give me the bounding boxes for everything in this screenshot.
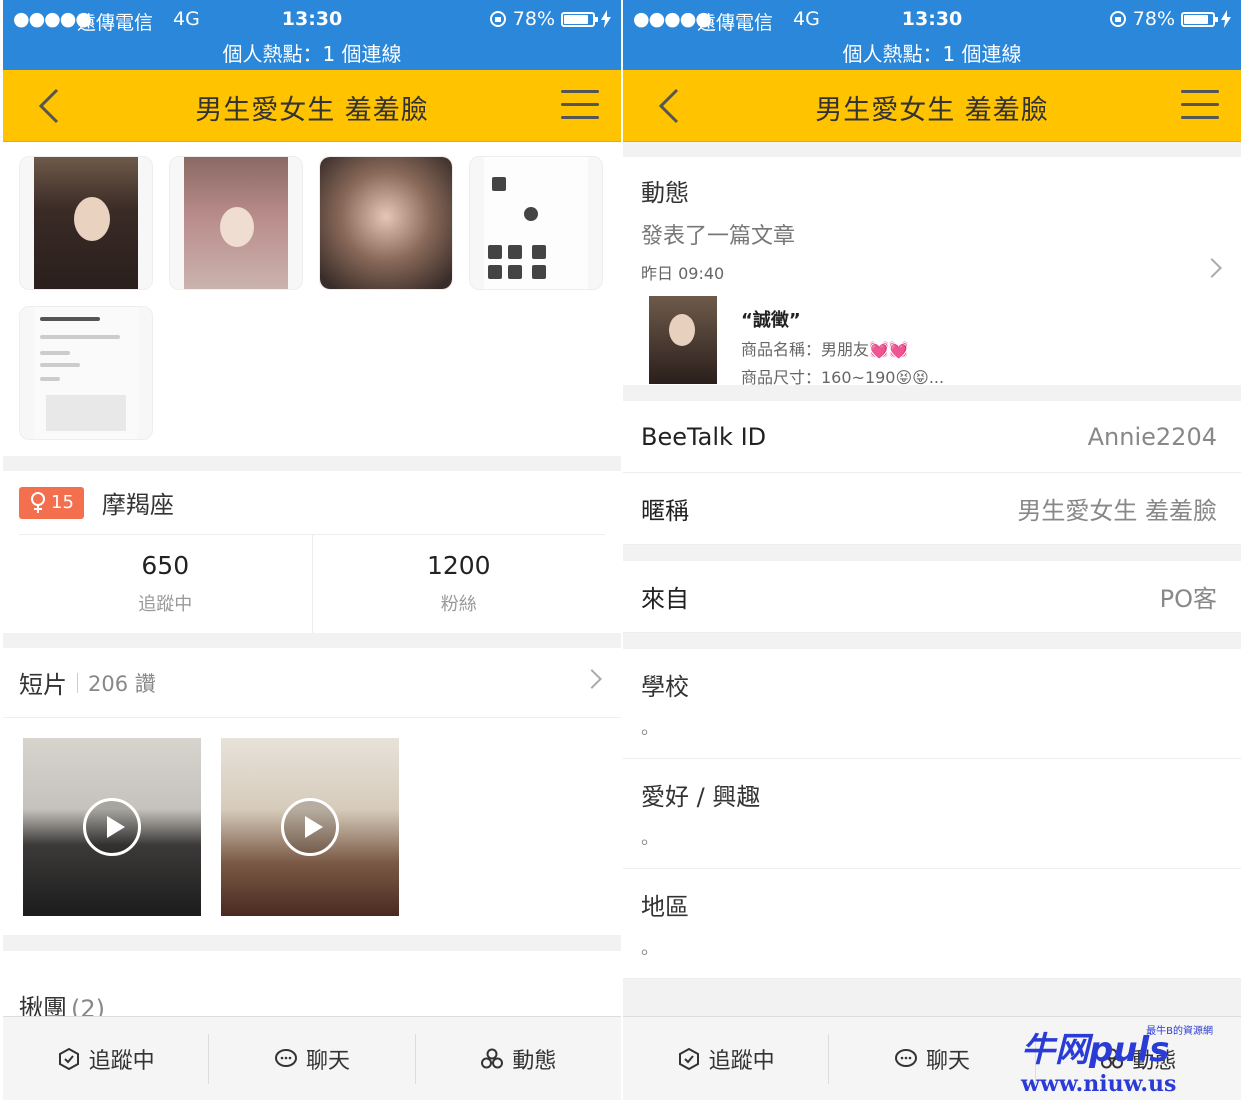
hobby-value: 。 — [641, 828, 659, 849]
battery-percent: 78% — [1132, 8, 1175, 30]
hotspot-banner[interactable]: 個人熱點：1 個連線 — [3, 38, 621, 67]
play-icon[interactable] — [281, 798, 339, 856]
school-value: 。 — [641, 718, 659, 739]
photo-gallery — [3, 142, 621, 456]
feed-subtitle: 發表了一篇文章 — [641, 224, 796, 249]
nav-bar: 男生愛女生 羞羞臉 — [3, 70, 621, 142]
nickname-label: 暱稱 — [641, 497, 689, 525]
chat-label: 聊天 — [305, 1048, 350, 1074]
clips-likes: 206 讚 — [88, 671, 156, 696]
moments-icon — [481, 1048, 504, 1068]
details-list-1: BeeTalk ID Annie2204 暱稱 男生愛女生 羞羞臉 — [623, 401, 1241, 545]
follow-label: 追蹤中 — [88, 1048, 155, 1074]
from-label: 來自 — [641, 585, 689, 613]
chat-bubble-icon — [274, 1048, 297, 1067]
from-value: PO客 — [1159, 585, 1217, 613]
details-list-3: 學校 。 愛好 / 興趣 。 地區 。 — [623, 649, 1241, 979]
beetalk-id-label: BeeTalk ID — [641, 422, 767, 451]
follow-check-icon — [678, 1047, 699, 1070]
age-value: 15 — [51, 492, 74, 513]
rotation-lock-icon — [489, 11, 506, 27]
clips-section: 短片 206 讚 — [3, 648, 621, 935]
profile-screen-right: ●●●●● 遠傳電信 4G 13:30 78% 個人熱點：1 個連線 男生愛女生… — [623, 0, 1241, 1100]
feed-card[interactable]: 動態 發表了一篇文章 昨日 09:40 “誠徵” 商品名稱：男朋友💓💓 商品尺寸… — [623, 157, 1241, 388]
nickname-value: 男生愛女生 羞羞臉 — [1017, 497, 1217, 525]
profile-info: 15 摩羯座 650 追蹤中 1200 粉絲 — [3, 471, 621, 633]
feed-post[interactable]: “誠徵” 商品名稱：男朋友💓💓 商品尺寸：160~190😝😝... — [641, 296, 1223, 388]
following-stat[interactable]: 650 追蹤中 — [19, 535, 312, 633]
status-bar: ●●●●● 遠傳電信 4G 13:30 78% 個人熱點：1 個連線 — [3, 0, 621, 70]
post-title: “誠徵” — [741, 310, 801, 331]
beetalk-id-value: Annie2204 — [1087, 422, 1217, 451]
following-label: 追蹤中 — [138, 594, 193, 615]
bottom-action-bar: 追蹤中 聊天 動態 — [3, 1016, 621, 1100]
beetalk-id-row: BeeTalk ID Annie2204 — [623, 401, 1241, 473]
school-block: 學校 。 — [623, 649, 1241, 759]
school-label: 學校 — [641, 673, 689, 701]
video-thumbnail[interactable] — [221, 738, 399, 916]
female-icon — [31, 491, 45, 513]
fans-count: 1200 — [426, 551, 491, 580]
region-block: 地區 。 — [623, 869, 1241, 979]
region-value: 。 — [641, 938, 659, 959]
profile-photo[interactable] — [169, 156, 303, 290]
age-gender-badge: 15 — [19, 486, 84, 519]
post-line: 商品尺寸：160~190😝😝... — [741, 368, 945, 387]
profile-photo[interactable] — [319, 156, 453, 290]
following-count: 650 — [141, 551, 190, 580]
page-title: 男生愛女生 羞羞臉 — [195, 95, 429, 126]
region-label: 地區 — [641, 893, 689, 921]
chat-button[interactable]: 聊天 — [208, 1033, 414, 1084]
back-icon[interactable] — [651, 86, 691, 126]
chevron-right-icon — [582, 669, 602, 689]
battery-percent: 78% — [512, 8, 555, 30]
profile-photo[interactable] — [469, 156, 603, 290]
details-list-2: 來自 PO客 — [623, 561, 1241, 633]
chat-bubble-icon — [894, 1048, 917, 1067]
hotspot-banner[interactable]: 個人熱點：1 個連線 — [623, 38, 1241, 67]
follow-label: 追蹤中 — [708, 1048, 775, 1074]
battery-icon — [1181, 11, 1218, 27]
nav-bar: 男生愛女生 羞羞臉 — [623, 70, 1241, 142]
profile-photo[interactable] — [19, 156, 153, 290]
from-row: 來自 PO客 — [623, 561, 1241, 633]
charging-icon — [1221, 10, 1231, 28]
clips-title: 短片 — [19, 671, 67, 699]
watermark-url: www.niuw.us — [1021, 1071, 1177, 1097]
status-bar: ●●●●● 遠傳電信 4G 13:30 78% 個人熱點：1 個連線 — [623, 0, 1241, 70]
chat-label: 聊天 — [925, 1048, 970, 1074]
profile-photo[interactable] — [19, 306, 153, 440]
feed-title: 動態 — [641, 179, 689, 207]
page-title: 男生愛女生 羞羞臉 — [815, 95, 1049, 126]
fans-stat[interactable]: 1200 粉絲 — [311, 535, 606, 633]
menu-icon[interactable] — [561, 90, 599, 122]
video-thumbnail[interactable] — [23, 738, 201, 916]
charging-icon — [601, 10, 611, 28]
nickname-row: 暱稱 男生愛女生 羞羞臉 — [623, 473, 1241, 545]
clips-header[interactable]: 短片 206 讚 — [3, 648, 621, 718]
follow-button[interactable]: 追蹤中 — [3, 1034, 208, 1084]
hobby-block: 愛好 / 興趣 。 — [623, 759, 1241, 869]
post-line: 商品名稱：男朋友💓💓 — [741, 340, 909, 359]
battery-icon — [561, 11, 598, 27]
play-icon[interactable] — [83, 798, 141, 856]
moments-button[interactable]: 動態 — [414, 1033, 621, 1084]
zodiac-sign: 摩羯座 — [101, 491, 174, 519]
follow-check-icon — [58, 1047, 79, 1070]
menu-icon[interactable] — [1181, 90, 1219, 122]
back-icon[interactable] — [31, 86, 71, 126]
site-watermark: 最牛B的資源網 牛网puls www.niuw.us — [1021, 1022, 1221, 1097]
hobby-label: 愛好 / 興趣 — [641, 783, 761, 811]
moments-label: 動態 — [512, 1048, 557, 1074]
rotation-lock-icon — [1109, 11, 1126, 27]
watermark-tagline: 最牛B的資源網 — [1146, 1026, 1213, 1037]
post-thumbnail — [649, 296, 717, 384]
feed-time: 昨日 09:40 — [641, 264, 725, 283]
profile-screen-left: ●●●●● 遠傳電信 4G 13:30 78% 個人熱點：1 個連線 男生愛女生… — [3, 0, 621, 1100]
follow-button[interactable]: 追蹤中 — [623, 1034, 828, 1084]
fans-label: 粉絲 — [440, 594, 477, 615]
chat-button[interactable]: 聊天 — [828, 1033, 1034, 1084]
